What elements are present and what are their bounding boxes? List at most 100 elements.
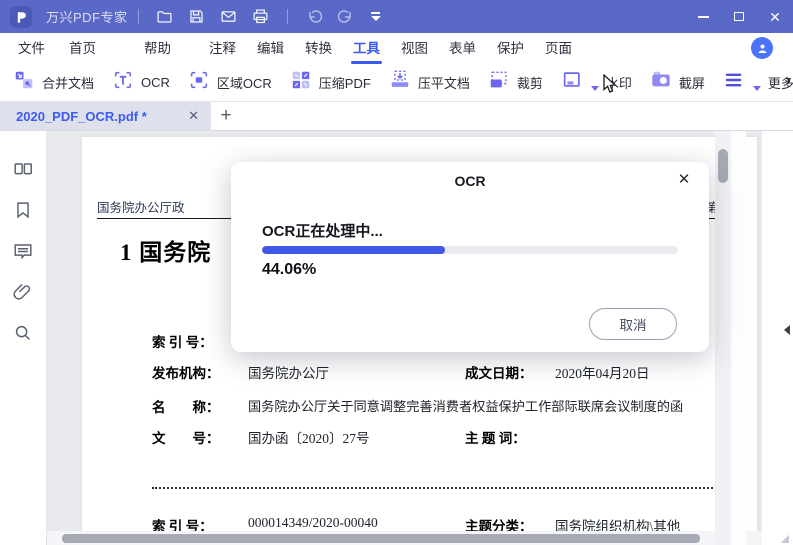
minimize-icon[interactable] bbox=[685, 0, 721, 33]
bookmarks-icon[interactable] bbox=[11, 198, 35, 222]
pdf-app-window: 万兴PDF专家 ✕ 文件 首页 帮助 注释 编辑 转换 工具 视图 表单 保护 … bbox=[0, 0, 793, 545]
save-icon[interactable] bbox=[181, 0, 213, 33]
tool-label: 压缩PDF bbox=[318, 76, 371, 91]
tool-label: 压平文档 bbox=[417, 76, 470, 91]
watermark-button[interactable]: 水印 bbox=[561, 69, 632, 96]
horizontal-scrollbar-thumb[interactable] bbox=[62, 534, 700, 543]
email-icon[interactable] bbox=[213, 0, 245, 33]
doc-footer-row: 索 引 号： 000014349/2020-00040 主题分类： 国务院组织机… bbox=[152, 515, 757, 531]
progress-fill bbox=[262, 246, 446, 254]
vertical-scrollbar-thumb[interactable] bbox=[718, 149, 728, 183]
redo-icon[interactable] bbox=[330, 0, 362, 33]
field-label: 索 引 号： bbox=[152, 335, 213, 350]
merge-documents-button[interactable]: 合并文档 bbox=[13, 69, 94, 96]
titlebar-separator bbox=[286, 9, 288, 24]
screenshot-button[interactable]: 截屏 bbox=[650, 69, 705, 96]
tool-label: OCR bbox=[141, 75, 170, 90]
watermark-dropdown-icon[interactable] bbox=[590, 86, 599, 91]
merge-documents-icon bbox=[13, 69, 35, 96]
screenshot-icon bbox=[650, 69, 672, 96]
window-controls: ✕ bbox=[685, 0, 793, 33]
page-header-left: 国务院办公厅政 bbox=[97, 201, 185, 215]
toolbar-overflow-icon[interactable]: › bbox=[786, 72, 791, 90]
field-label: 主 题 词： bbox=[465, 431, 526, 446]
more-tools-button[interactable]: 更多 bbox=[723, 69, 793, 96]
user-avatar[interactable] bbox=[751, 37, 773, 59]
menu-tools[interactable]: 工具 bbox=[351, 33, 382, 64]
field-value: 000014349/2020-00040 bbox=[248, 515, 378, 530]
crop-icon bbox=[488, 69, 510, 96]
tab-close-icon[interactable]: ✕ bbox=[188, 108, 199, 124]
tool-label: 裁剪 bbox=[516, 76, 543, 91]
doc-field-row: 发布机构： 国务院办公厅 成文日期： 2020年04月20日 bbox=[152, 362, 757, 381]
field-label: 主题分类： bbox=[465, 519, 533, 531]
menu-help[interactable]: 帮助 bbox=[144, 33, 171, 64]
new-tab-button[interactable]: + bbox=[211, 102, 241, 130]
mouse-cursor bbox=[602, 73, 620, 99]
ocr-progress-dialog: OCR ✕ OCR正在处理中... 44.06% 取消 bbox=[231, 162, 709, 352]
field-value: 2020年04月20日 bbox=[555, 366, 650, 381]
field-value: 国务院办公厅关于同意调整完善消费者权益保护工作部际联席会议制度的函 bbox=[248, 399, 684, 414]
menu-protect[interactable]: 保护 bbox=[497, 33, 524, 64]
field-value: 国务院组织机构\其他 bbox=[555, 519, 681, 531]
menu-form[interactable]: 表单 bbox=[449, 33, 476, 64]
open-file-icon[interactable] bbox=[149, 0, 181, 33]
tool-label: 区域OCR bbox=[216, 76, 272, 91]
menubar: 文件 首页 帮助 注释 编辑 转换 工具 视图 表单 保护 页面 bbox=[0, 33, 793, 64]
field-label: 文 号： bbox=[152, 431, 220, 446]
crop-button[interactable]: 裁剪 bbox=[488, 69, 543, 96]
toolbar-dropdown-icon[interactable] bbox=[362, 0, 390, 33]
compress-pdf-icon bbox=[290, 69, 312, 96]
dialog-close-icon[interactable]: ✕ bbox=[675, 171, 693, 189]
menu-home[interactable]: 首页 bbox=[69, 33, 96, 64]
app-title: 万兴PDF专家 bbox=[46, 10, 128, 25]
compress-pdf-button[interactable]: 压缩PDF bbox=[290, 69, 371, 96]
ocr-status-text: OCR正在处理中... bbox=[262, 223, 383, 240]
menu-view[interactable]: 视图 bbox=[401, 33, 428, 64]
tools-toolbar: 合并文档 OCR 区域OCR 压缩PDF 压平文档 裁剪 水印 截屏 更多 bbox=[0, 64, 793, 102]
progress-percent: 44.06% bbox=[262, 261, 317, 278]
document-tabbar: 2020_PDF_OCR.pdf * ✕ + bbox=[0, 102, 793, 131]
area-ocr-button[interactable]: 区域OCR bbox=[188, 69, 272, 96]
attachments-icon[interactable] bbox=[11, 280, 35, 304]
titlebar-separator bbox=[137, 9, 139, 24]
resize-grip[interactable] bbox=[781, 535, 789, 543]
right-panel-strip bbox=[731, 131, 746, 545]
horizontal-scrollbar[interactable] bbox=[47, 531, 762, 545]
maximize-icon[interactable] bbox=[721, 0, 757, 33]
left-sidebar bbox=[0, 131, 47, 545]
progress-bar bbox=[262, 246, 678, 254]
tool-label: 合并文档 bbox=[42, 76, 95, 91]
titlebar: 万兴PDF专家 ✕ bbox=[0, 0, 793, 33]
right-panel-expand-handle[interactable] bbox=[784, 325, 790, 335]
close-icon[interactable]: ✕ bbox=[757, 0, 793, 33]
flatten-pdf-icon bbox=[389, 69, 411, 96]
watermark-icon bbox=[561, 69, 583, 96]
menu-comment[interactable]: 注释 bbox=[209, 33, 236, 64]
document-heading: 1 国务院 bbox=[120, 240, 212, 265]
more-dropdown-icon[interactable] bbox=[752, 86, 761, 91]
print-icon[interactable] bbox=[245, 0, 277, 33]
field-value: 国办函〔2020〕27号 bbox=[248, 431, 370, 446]
menu-edit[interactable]: 编辑 bbox=[257, 33, 284, 64]
undo-icon[interactable] bbox=[298, 0, 330, 33]
field-label: 索 引 号： bbox=[152, 519, 213, 531]
menu-page[interactable]: 页面 bbox=[545, 33, 572, 64]
ocr-button[interactable]: OCR bbox=[112, 69, 170, 96]
dotted-divider bbox=[152, 487, 737, 489]
comments-icon[interactable] bbox=[11, 239, 35, 263]
menu-file[interactable]: 文件 bbox=[18, 33, 45, 64]
cancel-button[interactable]: 取消 bbox=[589, 308, 677, 340]
field-label: 名 称： bbox=[152, 400, 220, 415]
menu-convert[interactable]: 转换 bbox=[305, 33, 332, 64]
ocr-icon bbox=[112, 69, 134, 96]
field-label: 发布机构： bbox=[152, 366, 220, 381]
search-icon[interactable] bbox=[11, 321, 35, 345]
flatten-pdf-button[interactable]: 压平文档 bbox=[389, 69, 470, 96]
vertical-scrollbar[interactable] bbox=[715, 131, 731, 545]
doc-field-row: 文 号： 国办函〔2020〕27号 主 题 词： bbox=[152, 427, 757, 446]
tab-label: 2020_PDF_OCR.pdf * bbox=[16, 108, 147, 124]
dialog-title: OCR bbox=[454, 173, 486, 189]
thumbnails-icon[interactable] bbox=[11, 157, 35, 181]
document-tab[interactable]: 2020_PDF_OCR.pdf * ✕ bbox=[0, 102, 211, 130]
